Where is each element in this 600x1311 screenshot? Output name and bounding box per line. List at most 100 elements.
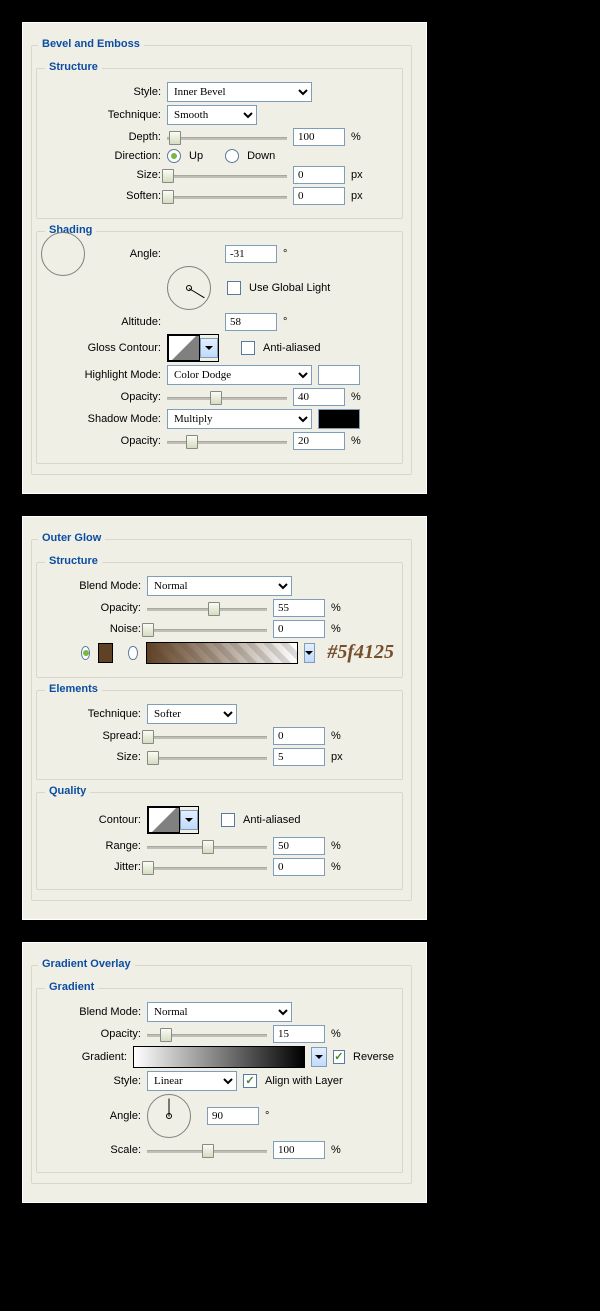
label-blend-mode: Blend Mode:	[41, 1006, 141, 1018]
panel-outer-glow: Outer Glow Structure Blend Mode: Normal …	[22, 516, 427, 920]
label-technique: Technique:	[41, 708, 141, 720]
radio-solid-color[interactable]	[81, 646, 90, 660]
noise-input[interactable]	[273, 620, 325, 638]
label-antialiased: Anti-aliased	[243, 814, 300, 826]
depth-slider[interactable]	[167, 129, 287, 145]
label-opacity: Opacity:	[41, 602, 141, 614]
size-input[interactable]	[273, 748, 325, 766]
subgroup-title: Gradient	[45, 981, 98, 993]
label-depth: Depth:	[41, 131, 161, 143]
label-direction: Direction:	[41, 150, 161, 162]
label-technique: Technique:	[41, 109, 161, 121]
depth-input[interactable]	[293, 128, 345, 146]
chk-antialiased[interactable]	[241, 341, 255, 355]
altitude-input[interactable]	[225, 313, 277, 331]
contour-picker[interactable]	[147, 806, 199, 834]
radio-down[interactable]	[225, 149, 239, 163]
opacity-input[interactable]	[273, 1025, 325, 1043]
opacity-input[interactable]	[273, 599, 325, 617]
glow-color-swatch[interactable]	[98, 643, 112, 663]
label-s-opacity: Opacity:	[41, 435, 161, 447]
label-down: Down	[247, 150, 275, 162]
shadow-mode-select[interactable]: Multiply	[167, 409, 312, 429]
opacity-slider[interactable]	[147, 600, 267, 616]
label-spread: Spread:	[41, 730, 141, 742]
label-noise: Noise:	[41, 623, 141, 635]
style-select[interactable]: Linear	[147, 1071, 237, 1091]
chk-reverse[interactable]	[333, 1050, 345, 1064]
blend-mode-select[interactable]: Normal	[147, 576, 292, 596]
highlight-color-swatch[interactable]	[318, 365, 360, 385]
gradient-dropdown-icon[interactable]	[311, 1047, 327, 1067]
group-quality: Quality Contour: Anti-aliased Range: % J…	[36, 792, 403, 890]
label-jitter: Jitter:	[41, 861, 141, 873]
unit: %	[331, 861, 341, 873]
label-highlight-mode: Highlight Mode:	[41, 369, 161, 381]
scale-input[interactable]	[273, 1141, 325, 1159]
subgroup-title: Quality	[45, 785, 90, 797]
chk-antialiased[interactable]	[221, 813, 235, 827]
label-opacity: Opacity:	[41, 1028, 141, 1040]
size-slider[interactable]	[167, 167, 287, 183]
radio-up[interactable]	[167, 149, 181, 163]
glow-gradient-picker[interactable]	[146, 642, 298, 664]
s-opacity-input[interactable]	[293, 432, 345, 450]
label-reverse: Reverse	[353, 1051, 394, 1063]
chk-global-light[interactable]	[227, 281, 241, 295]
gradient-dropdown-icon[interactable]	[304, 643, 316, 663]
size-slider[interactable]	[147, 749, 267, 765]
style-select[interactable]: Inner Bevel	[167, 82, 312, 102]
angle-input[interactable]	[225, 245, 277, 263]
jitter-slider[interactable]	[147, 859, 267, 875]
blend-mode-select[interactable]: Normal	[147, 1002, 292, 1022]
panel-gradient-overlay: Gradient Overlay Gradient Blend Mode: No…	[22, 942, 427, 1203]
unit: %	[331, 1028, 341, 1040]
label-altitude: Altitude:	[41, 316, 161, 328]
angle-altitude-dial[interactable]	[167, 266, 211, 310]
label-blend-mode: Blend Mode:	[41, 580, 141, 592]
radio-gradient[interactable]	[128, 646, 137, 660]
chk-align-layer[interactable]	[243, 1074, 257, 1088]
opacity-slider[interactable]	[147, 1026, 267, 1042]
gradient-picker[interactable]	[133, 1046, 305, 1068]
spread-input[interactable]	[273, 727, 325, 745]
technique-select[interactable]: Smooth	[167, 105, 257, 125]
color-hex-annotation: #5f4125	[327, 641, 394, 664]
group-title: Outer Glow	[38, 532, 105, 544]
scale-slider[interactable]	[147, 1142, 267, 1158]
group-title: Bevel and Emboss	[38, 38, 144, 50]
shadow-color-swatch[interactable]	[318, 409, 360, 429]
unit: °	[283, 248, 287, 260]
panel-bevel-emboss: Bevel and Emboss Structure Style: Inner …	[22, 22, 427, 494]
subgroup-title: Structure	[45, 61, 102, 73]
soften-input[interactable]	[293, 187, 345, 205]
label-soften: Soften:	[41, 190, 161, 202]
highlight-mode-select[interactable]: Color Dodge	[167, 365, 312, 385]
label-antialiased: Anti-aliased	[263, 342, 320, 354]
angle-dial[interactable]	[41, 232, 85, 276]
unit: %	[331, 840, 341, 852]
unit: %	[351, 131, 361, 143]
unit: px	[331, 751, 343, 763]
unit: %	[351, 435, 361, 447]
label-style: Style:	[41, 86, 161, 98]
s-opacity-slider[interactable]	[167, 433, 287, 449]
spread-slider[interactable]	[147, 728, 267, 744]
gloss-contour-picker[interactable]	[167, 334, 219, 362]
size-input[interactable]	[293, 166, 345, 184]
soften-slider[interactable]	[167, 188, 287, 204]
technique-select[interactable]: Softer	[147, 704, 237, 724]
label-angle: Angle:	[41, 1110, 141, 1122]
range-input[interactable]	[273, 837, 325, 855]
h-opacity-slider[interactable]	[167, 389, 287, 405]
jitter-input[interactable]	[273, 858, 325, 876]
angle-dial[interactable]	[147, 1094, 191, 1138]
range-slider[interactable]	[147, 838, 267, 854]
unit: %	[331, 602, 341, 614]
h-opacity-input[interactable]	[293, 388, 345, 406]
label-size: Size:	[41, 751, 141, 763]
angle-input[interactable]	[207, 1107, 259, 1125]
noise-slider[interactable]	[147, 621, 267, 637]
subgroup-title: Structure	[45, 555, 102, 567]
label-size: Size:	[41, 169, 161, 181]
